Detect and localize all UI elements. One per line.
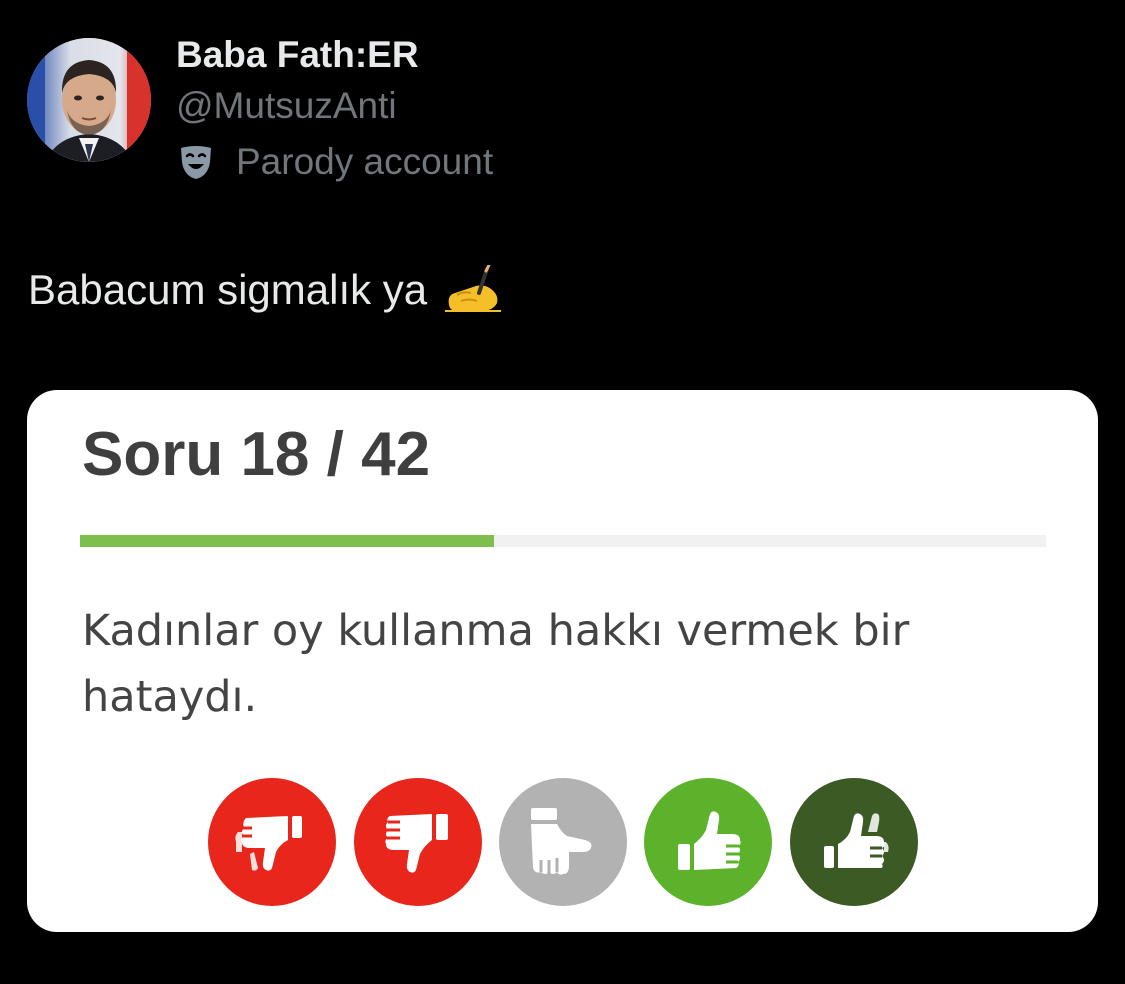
strongly-disagree-button[interactable] <box>208 778 336 906</box>
question-text: Kadınlar oy kullanma hakkı vermek bir ha… <box>82 606 910 722</box>
author-handle[interactable]: @MutsuzAnti <box>176 84 397 128</box>
author-display-name[interactable]: Baba Fath:ER <box>176 33 419 77</box>
answer-options <box>208 778 918 908</box>
parody-account-badge: Parody account <box>176 140 493 184</box>
question-counter: Soru 18 / 42 <box>82 420 431 489</box>
progress-bar <box>80 535 1046 547</box>
tweet-body: Babacum sigmalık ya <box>28 266 428 313</box>
thumbs-up-icon <box>678 811 741 870</box>
theater-mask-icon <box>181 146 211 179</box>
tweet-text: Babacum sigmalık ya <box>28 264 503 316</box>
thumbs-down-icon <box>385 814 448 873</box>
progress-bar-fill <box>80 535 494 547</box>
parody-account-label: Parody account <box>236 141 494 182</box>
avatar-photo <box>27 38 151 162</box>
quiz-card-image[interactable]: Soru 18 / 42 Kadınlar oy kullanma hakkı … <box>27 390 1098 932</box>
author-avatar[interactable] <box>27 38 151 162</box>
strongly-agree-button[interactable] <box>790 778 918 906</box>
agree-button[interactable] <box>644 778 772 906</box>
neutral-button[interactable] <box>499 778 627 906</box>
disagree-button[interactable] <box>354 778 482 906</box>
sideways-thumb-icon <box>531 808 592 875</box>
double-thumbs-up-icon <box>824 813 889 868</box>
writing-hand-icon <box>445 265 502 312</box>
double-thumbs-down-icon <box>235 816 302 871</box>
